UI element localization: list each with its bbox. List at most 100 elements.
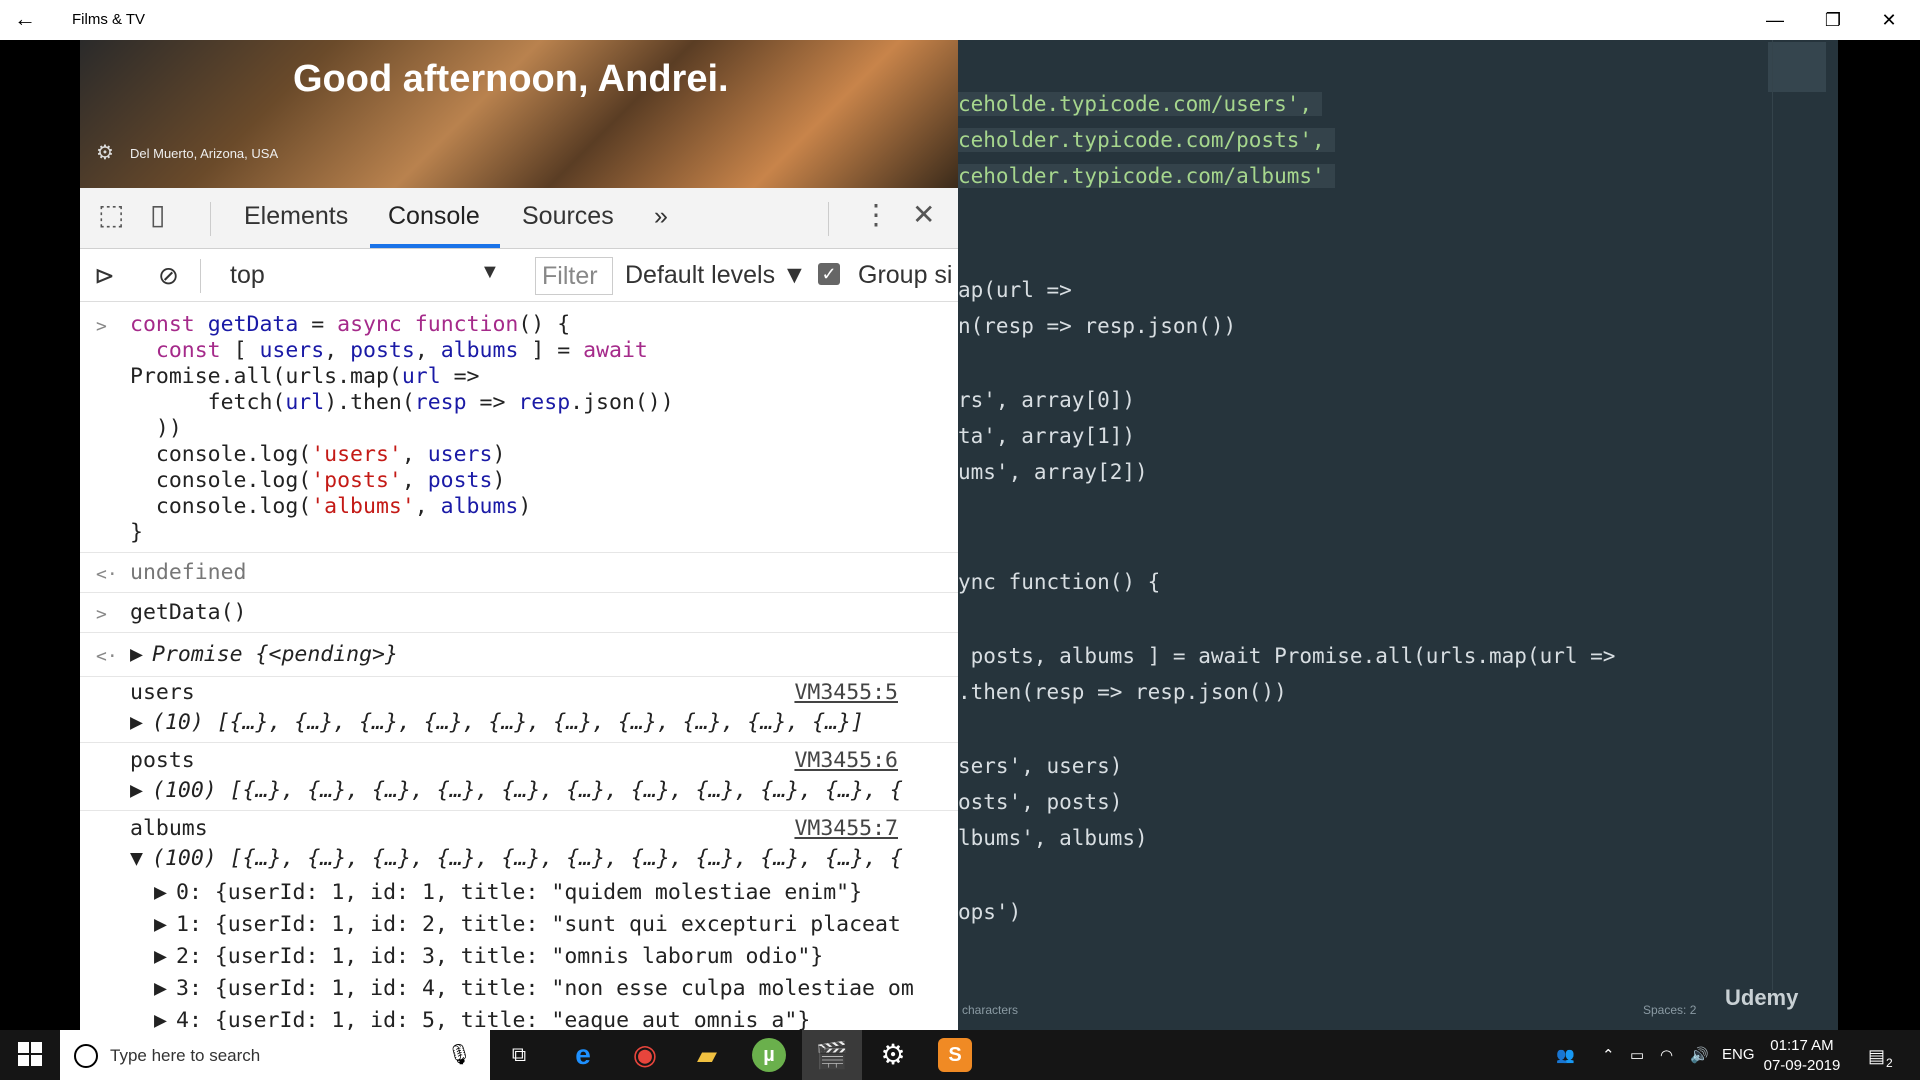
devtools-toolbar: ⬚ ▯ Elements Console Sources » ⋮ ✕ (80, 188, 958, 249)
call-line: getData() (130, 600, 247, 625)
expand-arrow-icon[interactable]: ▶ (130, 642, 143, 667)
file-explorer-icon[interactable]: ▰ (690, 1038, 724, 1072)
clear-console-icon[interactable]: ⊘ (158, 261, 179, 291)
context-selector[interactable]: top (230, 261, 265, 290)
editor-line: ap(url => (958, 278, 1072, 302)
volume-icon[interactable]: 🔊 (1690, 1046, 1709, 1064)
collapse-arrow-icon[interactable]: ▼ (130, 846, 143, 871)
code-line: console.log('albums', albums) (130, 494, 532, 519)
utorrent-icon[interactable]: µ (752, 1038, 786, 1072)
action-center-icon[interactable]: ▤ (1868, 1046, 1885, 1067)
toolbar-divider (828, 202, 829, 236)
tab-elements[interactable]: Elements (244, 202, 348, 231)
editor-line: ops') (958, 900, 1022, 924)
expand-arrow-icon[interactable]: ▶ (154, 976, 167, 1001)
close-button[interactable]: ✕ (1866, 4, 1912, 36)
log-value[interactable]: (100) [{…}, {…}, {…}, {…}, {…}, {…}, {…}… (152, 846, 903, 871)
sidebar-toggle-icon[interactable]: ⊳ (94, 261, 115, 291)
console-divider (80, 592, 958, 593)
editor-line: rs', array[0]) (958, 388, 1136, 412)
chrome-icon[interactable]: ◉ (628, 1038, 662, 1072)
battery-icon[interactable]: ▭ (1630, 1046, 1644, 1064)
console-output[interactable]: > const getData = async function() { con… (80, 302, 958, 1030)
promise-result[interactable]: Promise {<pending>} (152, 642, 398, 667)
log-value[interactable]: (100) [{…}, {…}, {…}, {…}, {…}, {…}, {…}… (152, 778, 903, 803)
source-link[interactable]: VM3455:5 (794, 680, 898, 705)
editor-line: posts, albums ] = await Promise.all(urls… (958, 644, 1616, 668)
expand-arrow-icon[interactable]: ▶ (154, 944, 167, 969)
array-item[interactable]: 0: {userId: 1, id: 1, title: "quidem mol… (176, 880, 862, 905)
editor-line: lbums', albums) (958, 826, 1148, 850)
array-item[interactable]: 2: {userId: 1, id: 3, title: "omnis labo… (176, 944, 823, 969)
restore-button[interactable]: ❐ (1810, 4, 1856, 36)
settings-icon[interactable]: ⚙ (876, 1038, 910, 1072)
result-undefined: undefined (130, 560, 247, 585)
log-label: users (130, 680, 195, 705)
input-prompt-icon: > (96, 316, 107, 337)
group-checkbox[interactable]: ✓ (818, 263, 840, 285)
sublime-text-icon[interactable]: S (938, 1038, 972, 1072)
cortana-icon[interactable] (74, 1044, 98, 1068)
search-placeholder: Type here to search (110, 1046, 261, 1065)
editor-status-bar: characters Spaces: 2 (958, 995, 1838, 1025)
array-item[interactable]: 1: {userId: 1, id: 2, title: "sunt qui e… (176, 912, 901, 937)
active-tab-indicator (370, 244, 500, 248)
expand-arrow-icon[interactable]: ▶ (130, 710, 143, 735)
code-editor (958, 40, 1838, 1030)
result-prompt-icon: <· (96, 564, 118, 585)
notification-count: 2 (1886, 1056, 1893, 1070)
films-tv-icon[interactable]: 🎬 (815, 1038, 849, 1072)
toolbar-divider (210, 202, 211, 236)
editor-line: sers', users) (958, 754, 1123, 778)
wifi-icon[interactable]: ◠ (1660, 1046, 1673, 1064)
microphone-icon[interactable]: 🎙 (447, 1042, 472, 1067)
log-value[interactable]: (10) [{…}, {…}, {…}, {…}, {…}, {…}, {…},… (152, 710, 864, 735)
expand-arrow-icon[interactable]: ▶ (154, 880, 167, 905)
people-icon[interactable]: 👥 (1556, 1046, 1575, 1064)
clock[interactable]: 01:17 AM 07-09-2019 (1762, 1036, 1842, 1076)
clock-time: 01:17 AM (1770, 1037, 1834, 1054)
array-item[interactable]: 4: {userId: 1, id: 5, title: "eaque aut … (176, 1008, 810, 1030)
language-indicator[interactable]: ENG (1722, 1046, 1755, 1063)
expand-arrow-icon[interactable]: ▶ (130, 778, 143, 803)
editor-line: ync function() { (958, 570, 1161, 594)
code-line: Promise.all(urls.map(url => (130, 364, 480, 389)
expand-arrow-icon[interactable]: ▶ (154, 1008, 167, 1030)
source-link[interactable]: VM3455:6 (794, 748, 898, 773)
minimize-button[interactable]: — (1752, 4, 1798, 36)
taskbar-search[interactable]: Type here to search 🎙 (60, 1030, 490, 1080)
gear-icon[interactable]: ⚙ (96, 140, 114, 165)
code-line: console.log('users', users) (130, 442, 506, 467)
title-bar: ← Films & TV — ❐ ✕ (0, 0, 1920, 40)
editor-line: n(resp => resp.json()) (958, 314, 1237, 338)
devtools-panel: ⬚ ▯ Elements Console Sources » ⋮ ✕ ⊳ ⊘ t… (80, 188, 958, 1030)
device-toolbar-icon[interactable]: ▯ (150, 198, 165, 231)
array-item[interactable]: 3: {userId: 1, id: 4, title: "non esse c… (176, 976, 914, 1001)
edge-icon[interactable]: e (566, 1038, 600, 1072)
close-devtools-icon[interactable]: ✕ (912, 198, 935, 231)
inspect-element-icon[interactable]: ⬚ (98, 198, 124, 231)
taskbar: Type here to search 🎙 ⧉ e ◉ ▰ µ 🎬 ⚙ S 👥 … (0, 1030, 1920, 1080)
filter-divider (200, 259, 201, 293)
log-levels-dropdown[interactable]: Default levels ▼ (625, 261, 807, 290)
editor-line: osts', posts) (958, 790, 1123, 814)
console-divider (80, 676, 958, 677)
show-hidden-icons-chevron-icon[interactable]: ⌃ (1602, 1046, 1615, 1064)
filter-input[interactable]: Filter (535, 257, 613, 295)
console-filter-bar: ⊳ ⊘ top ▼ Filter Default levels ▼ ✓ Grou… (80, 249, 958, 302)
back-arrow-icon[interactable]: ← (14, 6, 36, 32)
expand-arrow-icon[interactable]: ▶ (154, 912, 167, 937)
clock-date: 07-09-2019 (1763, 1057, 1841, 1074)
more-tabs-icon[interactable]: » (654, 202, 668, 231)
editor-line: ums', array[2]) (958, 460, 1148, 484)
task-view-icon[interactable]: ⧉ (502, 1038, 536, 1072)
tab-sources[interactable]: Sources (522, 202, 614, 231)
tab-console[interactable]: Console (388, 202, 480, 231)
source-link[interactable]: VM3455:7 (794, 816, 898, 841)
console-divider (80, 742, 958, 743)
input-prompt-icon: > (96, 604, 107, 625)
context-dropdown-icon[interactable]: ▼ (480, 261, 500, 284)
windows-start-icon[interactable] (18, 1042, 42, 1066)
kebab-menu-icon[interactable]: ⋮ (862, 198, 890, 231)
editor-line: .then(resp => resp.json()) (958, 680, 1287, 704)
